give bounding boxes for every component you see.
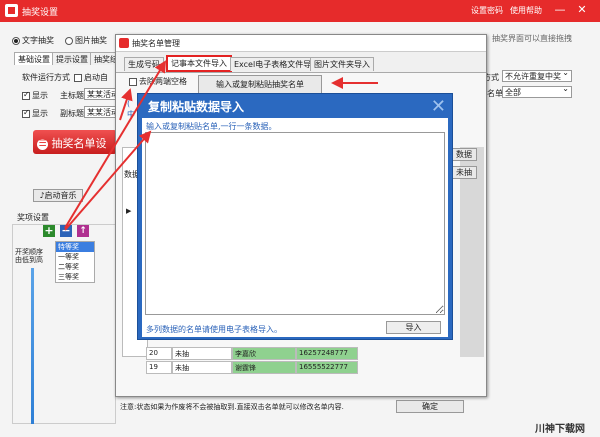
row-status-select[interactable]: 未抽 bbox=[172, 361, 232, 374]
move-up-icon[interactable]: ↑ bbox=[77, 225, 89, 237]
mode-text-radio[interactable]: 文字抽奖 bbox=[12, 35, 54, 46]
list-management-titlebar: 抽奖名单管理 bbox=[116, 35, 486, 52]
draw-order-direction: 由低到高 bbox=[15, 256, 43, 264]
main-window-titlebar: 抽奖设置 设置密码 使用帮助 — ✕ bbox=[0, 0, 600, 22]
award-item[interactable]: 一等奖 bbox=[56, 252, 94, 262]
tab-generate-numbers[interactable]: 生成号码 bbox=[124, 57, 164, 71]
dialog-footer-hint: 多列数据的名单请使用电子表格导入。 bbox=[146, 325, 282, 334]
list-label: 名单 bbox=[487, 89, 503, 98]
paste-textarea[interactable] bbox=[145, 132, 445, 315]
award-item[interactable]: 特等奖 bbox=[56, 242, 94, 252]
trim-spaces-checkbox[interactable]: 去除两端空格 bbox=[129, 76, 187, 87]
window-icon bbox=[119, 38, 129, 48]
minimize-icon[interactable]: — bbox=[553, 3, 567, 16]
add-award-icon[interactable]: + bbox=[43, 225, 55, 237]
row-name[interactable]: 谢霆锋 bbox=[232, 361, 296, 374]
left-hint-2: 中 bbox=[127, 110, 135, 119]
paste-list-button[interactable]: 输入或复制粘贴抽奖名单 bbox=[198, 75, 322, 95]
award-item[interactable]: 三等奖 bbox=[56, 272, 94, 282]
row-pointer-icon: ▶ bbox=[126, 207, 132, 215]
remove-award-icon[interactable]: − bbox=[60, 225, 72, 237]
show-main-title-checkbox[interactable]: 显示 bbox=[22, 90, 48, 101]
main-title-input[interactable]: 某某活动 bbox=[84, 88, 117, 100]
main-title-label: 主标题 bbox=[60, 91, 84, 100]
close-icon[interactable]: ✕ bbox=[575, 3, 589, 16]
main-window-title: 抽奖设置 bbox=[22, 8, 59, 18]
dialog-hint: 输入或复制粘贴名单,一行一条数据。 bbox=[146, 122, 277, 131]
auto-start-checkbox[interactable]: 启动自 bbox=[74, 72, 108, 83]
award-item[interactable]: 二等奖 bbox=[56, 262, 94, 272]
tab-notepad-import[interactable]: 记事本文件导入 bbox=[166, 55, 232, 72]
sub-title-label: 副标题 bbox=[60, 109, 84, 118]
award-list[interactable]: 特等奖 一等奖 二等奖 三等奖 bbox=[55, 241, 95, 283]
left-hint: ( bbox=[127, 99, 131, 108]
run-mode-label: 软件运行方式 bbox=[22, 73, 70, 82]
tab-basic[interactable]: 基础设置 bbox=[14, 52, 54, 65]
row-phone[interactable]: 16257248777 bbox=[296, 347, 358, 360]
right-data-button[interactable]: 数据 bbox=[451, 148, 477, 161]
row-number: 20 bbox=[146, 347, 172, 360]
set-password-link[interactable]: 设置密码 bbox=[471, 5, 503, 16]
footnote-text: 注意:状态如果为作废将不会被抽取到.直接双击名单就可以修改名单内容. bbox=[120, 403, 344, 411]
mode-image-radio[interactable]: 图片抽奖 bbox=[65, 35, 107, 46]
help-link[interactable]: 使用帮助 bbox=[510, 5, 542, 16]
dialog-title: 复制粘贴数据导入 bbox=[148, 100, 245, 114]
row-number: 19 bbox=[146, 361, 172, 374]
paste-import-dialog: 复制粘贴数据导入 ✕ 输入或复制粘贴名单,一行一条数据。 多列数据的名单请使用电… bbox=[137, 93, 453, 340]
start-music-button[interactable]: ♪启动音乐 bbox=[33, 189, 83, 202]
lottery-list-settings-button[interactable]: ☰ 抽奖名单设 bbox=[33, 130, 117, 154]
list-scope-select[interactable]: 全部 bbox=[502, 84, 572, 98]
row-name[interactable]: 李嘉欣 bbox=[232, 347, 296, 360]
tab-image-folder-import[interactable]: 图片文件夹导入 bbox=[310, 57, 374, 71]
app-logo-icon bbox=[5, 4, 18, 17]
confirm-button[interactable]: 确定 bbox=[396, 400, 464, 413]
tab-prompt[interactable]: 提示设置 bbox=[52, 52, 92, 65]
dialog-content: 输入或复制粘贴名单,一行一条数据。 多列数据的名单请使用电子表格导入。 导入 bbox=[142, 118, 448, 337]
watermark-text: 川神下载网 bbox=[535, 424, 585, 435]
row-status-select[interactable]: 未抽 bbox=[172, 347, 232, 360]
right-undrawn-button[interactable]: 未抽 bbox=[451, 166, 477, 179]
sub-title-input[interactable]: 某某活动 bbox=[84, 106, 117, 118]
row-phone[interactable]: 16555522777 bbox=[296, 361, 358, 374]
right-hint-text: 抽奖界面可以直接拖拽 bbox=[492, 34, 572, 43]
list-icon: ☰ bbox=[37, 138, 48, 150]
data-grid-rows: 20 未抽 李嘉欣 16257248777 19 未抽 谢霆锋 16555522… bbox=[146, 347, 460, 379]
show-sub-title-checkbox[interactable]: 显示 bbox=[22, 108, 48, 119]
dialog-close-icon[interactable]: ✕ bbox=[431, 96, 446, 117]
award-settings-label: 奖项设置 bbox=[17, 213, 49, 222]
list-management-title: 抽奖名单管理 bbox=[132, 39, 180, 48]
repeat-mode-select[interactable]: 不允许重复中奖 bbox=[502, 68, 572, 82]
import-button[interactable]: 导入 bbox=[386, 321, 441, 334]
